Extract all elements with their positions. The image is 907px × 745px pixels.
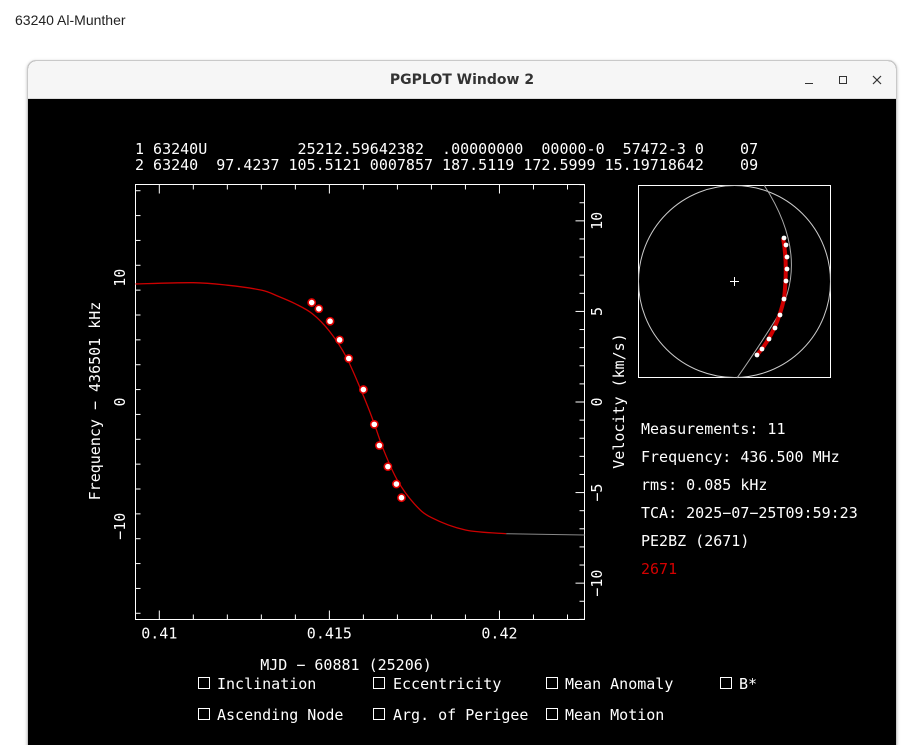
checkbox-label: Arg. of Perigee (393, 706, 528, 724)
window-titlebar[interactable]: PGPLOT Window 2 (28, 61, 896, 99)
y-axis-label-left: Frequency − 436501 kHz (86, 302, 104, 501)
measurement-point (307, 298, 317, 307)
measurement-point (344, 354, 354, 363)
checkbox-eccentricity[interactable]: Eccentricity (373, 675, 502, 693)
y-tick-label-right: −10 (588, 570, 606, 597)
y-axis-label-right: Velocity (km/s) (610, 333, 628, 468)
pass-marker (772, 325, 778, 331)
pass-marker (784, 254, 790, 260)
x-tick-label: 0.415 (307, 625, 352, 643)
checkbox-box[interactable] (546, 708, 558, 720)
checkbox-label: Mean Anomaly (565, 675, 673, 693)
checkbox-box[interactable] (720, 677, 732, 689)
checkbox-bstar[interactable]: B* (720, 675, 758, 693)
fit-curve-tail (506, 533, 585, 536)
maximize-button[interactable] (831, 68, 855, 92)
measurement-markers (307, 298, 406, 503)
pgplot-window: PGPLOT Window 2 1 63240U 25212.59642382 … (27, 60, 897, 745)
pass-marker (754, 352, 760, 358)
ground-track-map (638, 184, 831, 379)
rms-text: rms: 0.085 kHz (641, 476, 767, 494)
checkbox-label: B* (739, 675, 757, 693)
measurement-point (391, 479, 401, 489)
y-tick-label-right: 10 (588, 212, 606, 230)
checkbox-mean-anomaly[interactable]: Mean Anomaly (546, 675, 674, 693)
station-id-text: 2671 (641, 560, 677, 578)
y-tick-label-left: 10 (111, 269, 129, 287)
close-button[interactable] (865, 68, 889, 92)
checkbox-box[interactable] (198, 677, 210, 689)
pass-marker (777, 312, 783, 318)
maximize-icon (839, 76, 847, 84)
minimize-icon (805, 83, 813, 84)
measurement-point (359, 385, 368, 394)
y-tick-label-right: 5 (588, 307, 606, 316)
checkbox-label: Mean Motion (565, 706, 664, 724)
checkbox-ascending-node[interactable]: Ascending Node (198, 706, 344, 724)
checkbox-box[interactable] (198, 708, 210, 720)
checkbox-inclination[interactable]: Inclination (198, 675, 317, 693)
frequency-text: Frequency: 436.500 MHz (641, 448, 840, 466)
pass-marker (783, 278, 789, 284)
y-tick-label-right: 0 (588, 397, 606, 406)
checkbox-arg-perigee[interactable]: Arg. of Perigee (373, 706, 529, 724)
window-title: PGPLOT Window 2 (389, 72, 535, 88)
x-axis-label: MJD − 60881 (25206) (260, 656, 432, 674)
y-tick-label-right: −5 (588, 484, 606, 502)
measurement-point (383, 462, 393, 472)
measurement-point (325, 316, 335, 326)
tca-text: TCA: 2025−07−25T09:59:23 (641, 504, 858, 522)
checkbox-mean-motion[interactable]: Mean Motion (546, 706, 665, 724)
pass-marker (759, 346, 765, 352)
tick-labels: 0.41 0.415 0.42 10 0 −10 10 5 0 −5 −10 (111, 212, 606, 643)
page-caption: 63240 Al-Munther (15, 12, 126, 28)
measurement-point (335, 335, 344, 345)
checkbox-box[interactable] (373, 677, 385, 689)
pass-marker (784, 266, 790, 272)
plot-canvas: 1 63240U 25212.59642382 .00000000 00000-… (86, 140, 858, 724)
station-text: PE2BZ (2671) (641, 532, 749, 550)
tle-line-2: 2 63240 97.4237 105.5121 0007857 187.511… (135, 156, 758, 174)
y-tick-label-left: 0 (111, 397, 129, 406)
fit-curve (135, 282, 507, 535)
measurements-count: Measurements: 11 (641, 420, 786, 438)
measurement-point (369, 419, 379, 429)
pass-marker (781, 235, 787, 241)
checkbox-label: Eccentricity (393, 675, 501, 693)
measurement-point (374, 441, 384, 450)
x-tick-label: 0.41 (141, 625, 177, 643)
checkbox-box[interactable] (546, 677, 558, 689)
checkbox-label: Inclination (217, 675, 316, 693)
x-tick-label: 0.42 (481, 625, 517, 643)
measurement-point (314, 304, 324, 314)
measurement-point (397, 493, 406, 503)
pass-marker (783, 242, 789, 248)
axis-ticks (135, 184, 585, 620)
minimize-button[interactable] (797, 68, 821, 92)
close-icon (872, 75, 882, 85)
pass-marker (766, 336, 772, 342)
checkbox-label: Ascending Node (217, 706, 343, 724)
pass-marker (781, 296, 787, 302)
plot-frame (135, 184, 585, 620)
checkbox-box[interactable] (373, 708, 385, 720)
y-tick-label-left: −10 (111, 513, 129, 540)
